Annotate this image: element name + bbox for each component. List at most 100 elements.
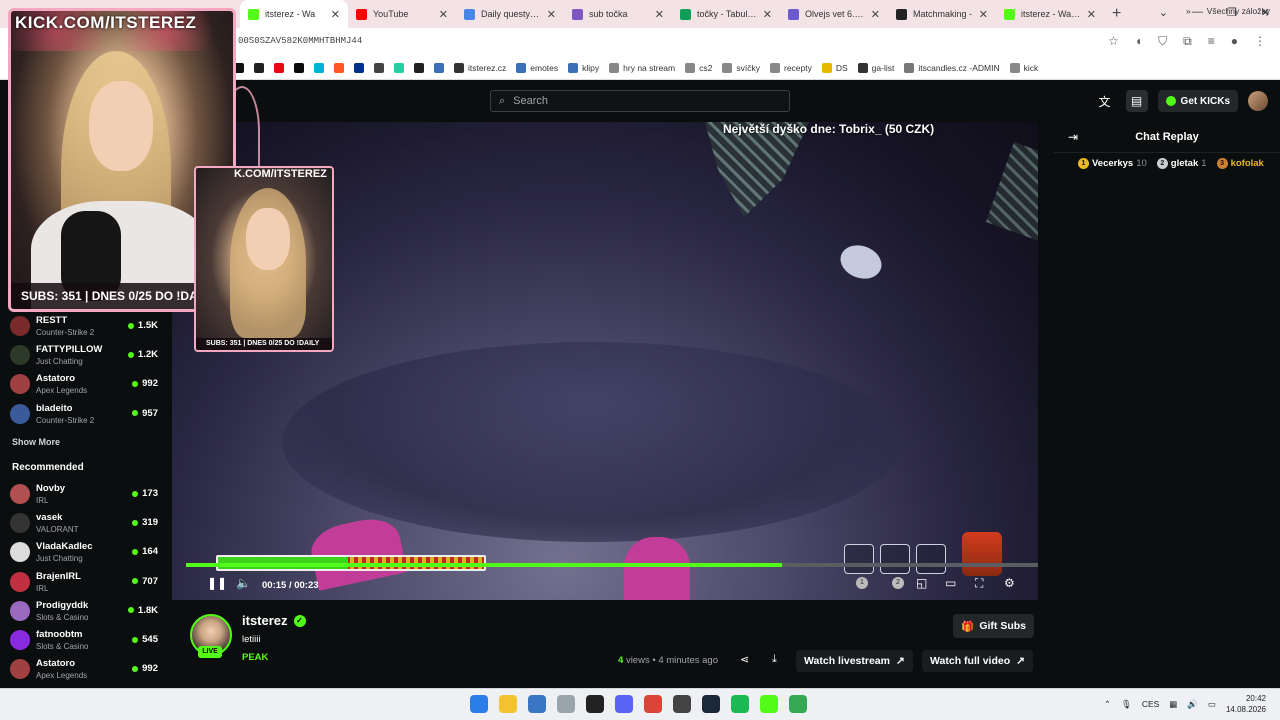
bookmark[interactable]: itscandles.cz -ADMIN [904,62,1000,73]
sidebar-channel[interactable]: Astatoro Apex Legends 992 [10,655,162,683]
menu-icon[interactable]: ≡ [1208,34,1215,49]
browser-tab[interactable]: itsterez - Watch ✕ [996,0,1104,28]
browser-tab[interactable]: Matchmaking - ✕ [888,0,996,28]
file-explorer-icon[interactable] [499,695,517,713]
show-more-button[interactable]: Show More [12,437,60,447]
browser-tab[interactable]: sub točka ✕ [564,0,672,28]
watch-livestream-button[interactable]: Watch livestream ↗ [796,650,913,672]
sidebar-channel[interactable]: vasek VALORANT 319 [10,509,162,537]
bookmark[interactable] [374,62,384,73]
browser-tab[interactable]: točky - Tabulky G ✕ [672,0,780,28]
gift-subs-button[interactable]: 🎁 Gift Subs [953,614,1034,638]
top-gifter[interactable]: 1 Vecerkys 10 [1078,158,1147,169]
top-gifter[interactable]: 3 kofolak [1216,158,1264,169]
bookmark[interactable] [354,62,364,73]
cast-icon[interactable]: ◖ [1135,34,1142,49]
browser-tab[interactable]: Daily questy - Do ✕ [456,0,564,28]
close-tab-icon[interactable]: ✕ [439,8,448,21]
sidebar-channel[interactable]: bladeito Counter-Strike 2 957 [10,400,162,428]
network-icon[interactable]: ▦ [1169,699,1177,710]
app-icon[interactable] [673,695,691,713]
spotify-icon[interactable] [731,695,749,713]
excel-icon[interactable] [557,695,575,713]
user-avatar[interactable] [1248,91,1268,111]
close-tab-icon[interactable]: ✕ [331,8,340,21]
bookmark[interactable] [394,62,404,73]
kick-icon[interactable] [760,695,778,713]
battery-icon[interactable]: ▭ [1208,699,1216,710]
theater-icon[interactable]: ▭ [945,576,956,590]
all-bookmarks-link[interactable]: Všechny záložky [1207,6,1270,16]
tray-overflow-icon[interactable]: ⌃ [1104,699,1111,710]
url-input[interactable]: 00S0SZAV582K0MMHTBHMJ44 [238,36,362,46]
bookmark[interactable] [294,62,304,73]
sidebar-channel[interactable]: RESTT Counter-Strike 2 1.5K [10,312,162,340]
sidebar-channel[interactable]: Astatoro Apex Legends 992 [10,370,162,398]
shield-icon[interactable]: ⛉ [1158,34,1167,49]
bookmarks-overflow-icon[interactable]: » [1186,6,1191,16]
bookmark[interactable] [314,62,324,73]
new-tab-icon[interactable]: + [1112,5,1121,23]
search-input[interactable]: ⌕ Search [490,90,790,112]
bookmark[interactable] [334,62,344,73]
download-icon[interactable]: ⤓ [772,653,777,666]
close-tab-icon[interactable]: ✕ [655,8,664,21]
clip-icon[interactable]: ⛶ [975,576,983,591]
seek-bar[interactable] [186,563,1038,567]
star-icon[interactable]: ☆ [1108,34,1119,49]
browser-tab[interactable]: YouTube ✕ [348,0,456,28]
close-tab-icon[interactable]: ✕ [871,8,880,21]
bookmark[interactable]: klipy [568,62,599,73]
more-icon[interactable]: ⋮ [1254,34,1266,49]
bookmark[interactable]: ga-list [857,62,894,73]
bookmark[interactable]: recepty [769,62,812,73]
top-gifter[interactable]: 2 gletak 1 [1156,158,1207,169]
browser-tab[interactable]: itsterez - Wa ✕ [240,0,348,28]
bookmark[interactable]: emotes [516,62,558,73]
extensions-icon[interactable]: ⧉ [1183,34,1192,49]
bookmark[interactable] [274,62,284,73]
steam-icon[interactable] [702,695,720,713]
chrome-icon[interactable] [644,695,662,713]
windows-start-icon[interactable] [470,695,488,713]
sidebar-channel[interactable]: fatnoobtm Slots & Casino 545 [10,626,162,654]
channel-name[interactable]: itsterez [242,613,288,628]
settings-icon[interactable]: ⚙ [1004,576,1015,590]
pause-icon[interactable]: ❚❚ [207,576,227,590]
sidebar-channel[interactable]: VladaKadlec Just Chatting 164 [10,538,162,566]
chevron-down-icon[interactable]: ⌄ [1159,6,1168,19]
bookmark[interactable]: cs2 [685,62,712,73]
sidebar-channel[interactable]: BrajenIRL IRL 707 [10,568,162,596]
bookmark[interactable] [434,62,444,73]
sidebar-channel[interactable]: FATTYPILLOW Just Chatting 1.2K [10,341,162,369]
share-icon[interactable]: ⋖ [740,653,749,666]
close-tab-icon[interactable]: ✕ [1087,8,1096,21]
watch-full-video-button[interactable]: Watch full video ↗ [922,650,1033,672]
discord-icon[interactable] [615,695,633,713]
sidebar-channel[interactable]: Prodigyddk Slots & Casino 1.8K [10,597,162,625]
close-tab-icon[interactable]: ✕ [979,8,988,21]
bookmark[interactable]: kick [1009,62,1038,73]
translate-icon[interactable]: 文 [1094,90,1116,112]
get-kicks-button[interactable]: Get KICKs [1157,90,1238,112]
bookmark[interactable]: hry na stream [609,62,675,73]
speaker-icon[interactable]: 🔊 [1187,699,1198,710]
miniplayer-icon[interactable]: ◱ [916,576,927,590]
ccleaner-icon[interactable] [528,695,546,713]
profile-icon[interactable]: ● [1231,34,1238,49]
volume-icon[interactable]: 🔈 [236,576,251,590]
clock[interactable]: 20:42 14.08.2026 [1226,693,1266,715]
sidebar-channel[interactable]: Novby IRL 173 [10,480,162,508]
bookmark[interactable]: DS [821,62,848,73]
stream-category[interactable]: PEAK [242,652,268,663]
close-tab-icon[interactable]: ✕ [763,8,772,21]
bookmark[interactable]: itsterez.cz [454,62,506,73]
bookmark[interactable] [254,62,264,73]
bookmark[interactable] [414,62,424,73]
bookmark[interactable]: svíčky [722,62,760,73]
obs-icon[interactable] [586,695,604,713]
close-tab-icon[interactable]: ✕ [547,8,556,21]
gdrive-icon[interactable] [789,695,807,713]
layout-icon[interactable]: ▤ [1125,90,1148,112]
language-indicator[interactable]: CES [1142,699,1159,709]
